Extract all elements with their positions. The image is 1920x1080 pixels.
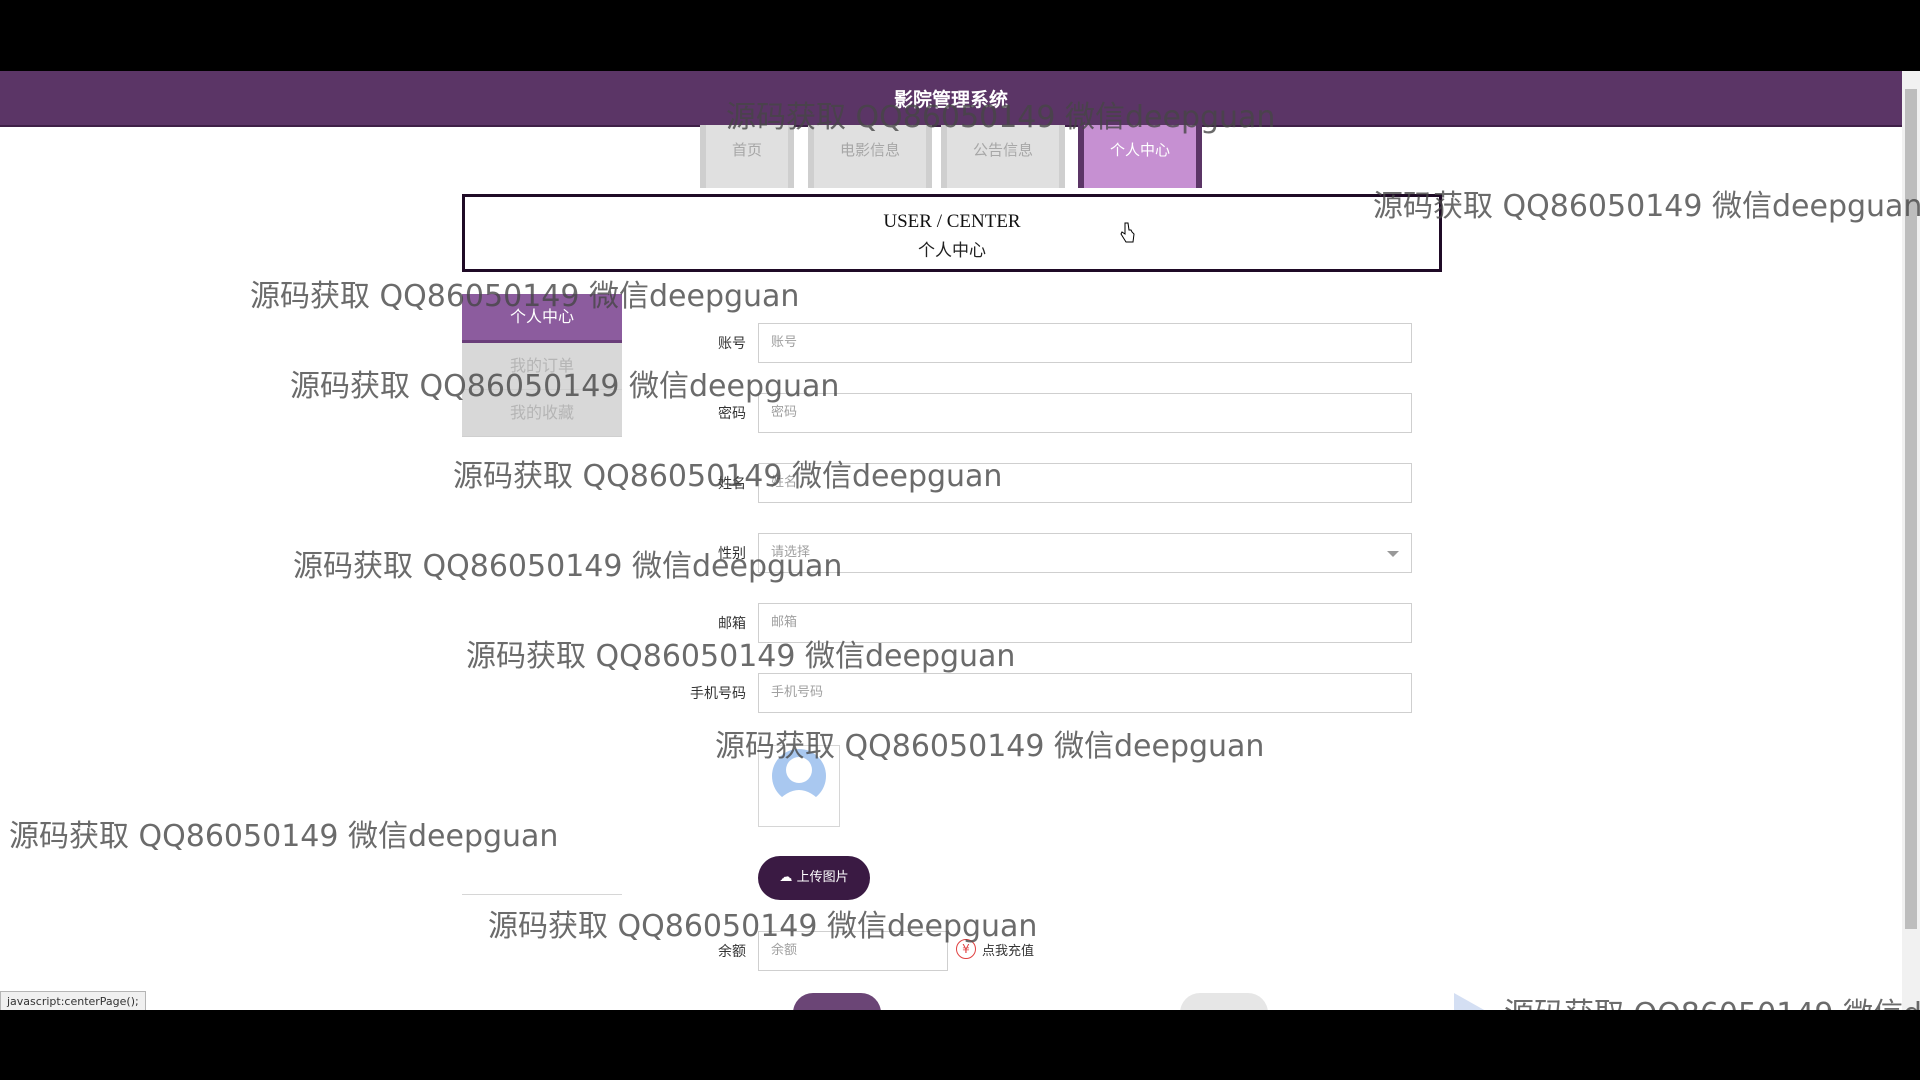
top-header: 影院管理系统 [0, 71, 1902, 127]
page-banner: USER / CENTER 个人中心 [462, 194, 1442, 272]
sidebar-menu: 个人中心 我的订单 我的收藏 [462, 294, 622, 437]
gender-label: 性别 [718, 546, 746, 562]
email-field[interactable]: 邮箱 [758, 603, 1412, 643]
password-field[interactable]: 密码 [758, 393, 1412, 433]
nav-tab-notices[interactable]: 公告信息 [941, 125, 1065, 188]
recharge-link[interactable]: ¥ 点我充值 [956, 939, 1034, 959]
account-field[interactable]: 账号 [758, 323, 1412, 363]
recharge-label: 点我充值 [982, 943, 1035, 959]
balance-field[interactable]: 余额 [758, 931, 948, 971]
sidebar-item-my-orders[interactable]: 我的订单 [462, 343, 622, 390]
hand-cursor-icon [1120, 222, 1135, 243]
name-label: 姓名 [718, 476, 746, 492]
scrollbar-thumb[interactable] [1905, 89, 1917, 929]
gender-select-value: 请选择 [771, 545, 811, 560]
watermark-text: 源码获取 QQ86050149 微信deepguan [9, 819, 559, 854]
nav-tab-home[interactable]: 首页 [700, 125, 794, 188]
sidebar-divider [462, 894, 622, 895]
banner-title-en: USER / CENTER [883, 211, 1021, 232]
watermark-text: 源码获取 QQ86050149 微信deepguan [1504, 989, 1920, 1010]
chevron-down-icon [1387, 551, 1399, 557]
browser-viewport: 影院管理系统 首页 电影信息 公告信息 个人中心 USER / CENTER 个… [0, 71, 1920, 1010]
logout-button[interactable] [1180, 993, 1268, 1010]
cloud-upload-icon: ☁ [779, 870, 793, 885]
site-title: 影院管理系统 [893, 89, 1008, 111]
gender-select[interactable]: 请选择 [758, 533, 1412, 573]
status-bar-url: javascript:centerPage(); [0, 991, 146, 1010]
vertical-scrollbar[interactable] [1902, 71, 1920, 1010]
phone-field[interactable]: 手机号码 [758, 673, 1412, 713]
email-label: 邮箱 [718, 616, 746, 632]
phone-label: 手机号码 [690, 686, 746, 702]
upload-button-label: 上传图片 [796, 870, 849, 885]
sidebar-item-user-center[interactable]: 个人中心 [462, 294, 622, 343]
banner-title-cn: 个人中心 [918, 241, 986, 260]
watermark-text: 源码获取 QQ86050149 微信deepguan [1373, 189, 1920, 224]
account-label: 账号 [718, 336, 746, 352]
balance-label: 余额 [718, 944, 746, 960]
yen-icon: ¥ [956, 939, 976, 959]
sidebar-item-my-favorites[interactable]: 我的收藏 [462, 390, 622, 437]
password-label: 密码 [718, 406, 746, 422]
submit-button[interactable] [793, 993, 881, 1010]
upload-image-button[interactable]: ☁ 上传图片 [758, 856, 870, 900]
nav-tab-movies[interactable]: 电影信息 [808, 125, 932, 188]
avatar [758, 745, 840, 827]
name-field[interactable]: 姓名 [758, 463, 1412, 503]
logo-watermark-icon [1454, 993, 1485, 1010]
nav-tab-user-center[interactable]: 个人中心 [1078, 125, 1202, 188]
user-avatar-icon [759, 746, 839, 826]
